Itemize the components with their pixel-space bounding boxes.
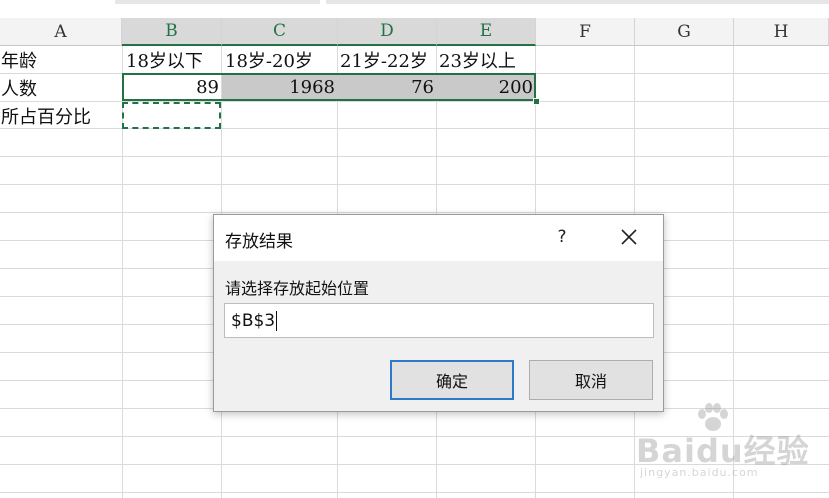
column-header-d[interactable]: D (338, 18, 437, 46)
location-input-value: $B$3 (231, 310, 276, 331)
cell-text: 年龄 (1, 50, 37, 72)
column-header-label: E (479, 21, 493, 41)
dialog-title: 存放结果 (225, 232, 293, 252)
fill-handle[interactable] (533, 98, 540, 105)
column-header-f[interactable]: F (536, 18, 635, 46)
grid-line (0, 492, 829, 493)
ok-button[interactable]: 确定 (390, 360, 514, 400)
sheet-tab-stub[interactable] (115, 0, 320, 4)
cancel-button[interactable]: 取消 (529, 360, 653, 400)
cell-text: 所占百分比 (1, 106, 91, 128)
cell-a2[interactable]: 人数 (0, 74, 122, 101)
column-header-b[interactable]: B (122, 18, 222, 46)
column-header-label: F (579, 21, 591, 42)
cell-a3[interactable]: 所占百分比 (0, 102, 122, 129)
cell-e1[interactable]: 23岁以上 (439, 46, 536, 73)
grid-line (0, 184, 829, 185)
column-header-label: H (773, 21, 789, 42)
cell-text: 18岁以下 (126, 50, 203, 72)
column-header-label: D (380, 21, 394, 41)
cell-d1[interactable]: 21岁-22岁 (340, 46, 437, 73)
column-header-a[interactable]: A (0, 18, 122, 46)
grid-line (0, 212, 829, 213)
column-header-label: B (165, 21, 178, 41)
column-header-e[interactable]: E (437, 18, 536, 46)
cell-text: 23岁以上 (439, 50, 516, 72)
grid-line (0, 156, 829, 157)
cell-b1[interactable]: 18岁以下 (126, 46, 222, 73)
column-header-label: C (272, 21, 286, 41)
cell-c1[interactable]: 18岁-20岁 (225, 46, 337, 73)
location-input[interactable]: $B$3 (224, 303, 654, 338)
top-strip (0, 0, 829, 18)
help-button[interactable]: ? (550, 223, 574, 251)
copy-marquee (122, 102, 221, 129)
selection-range-border (122, 73, 536, 101)
text-caret (276, 310, 278, 331)
dialog-prompt: 请选择存放起始位置 (225, 279, 370, 298)
cell-text: 21岁-22岁 (340, 50, 428, 72)
column-header-label: G (677, 21, 691, 42)
watermark-url: jingyan.baidu.com (640, 466, 759, 479)
cell-text: 人数 (1, 78, 37, 100)
column-header-label: A (54, 21, 67, 42)
column-header-h[interactable]: H (734, 18, 829, 46)
column-header-g[interactable]: G (635, 18, 734, 46)
cell-a1[interactable]: 年龄 (0, 46, 122, 73)
store-result-dialog: 存放结果 ? 请选择存放起始位置 $B$3 确定 取消 (213, 214, 664, 412)
cell-text: 18岁-20岁 (225, 50, 313, 72)
dialog-titlebar[interactable]: 存放结果 ? (214, 215, 663, 261)
close-icon[interactable] (617, 225, 641, 249)
baidu-watermark: Baidu经验 jingyan.baidu.com (636, 403, 826, 488)
column-header-c[interactable]: C (222, 18, 338, 46)
formula-area-stub (326, 0, 829, 4)
